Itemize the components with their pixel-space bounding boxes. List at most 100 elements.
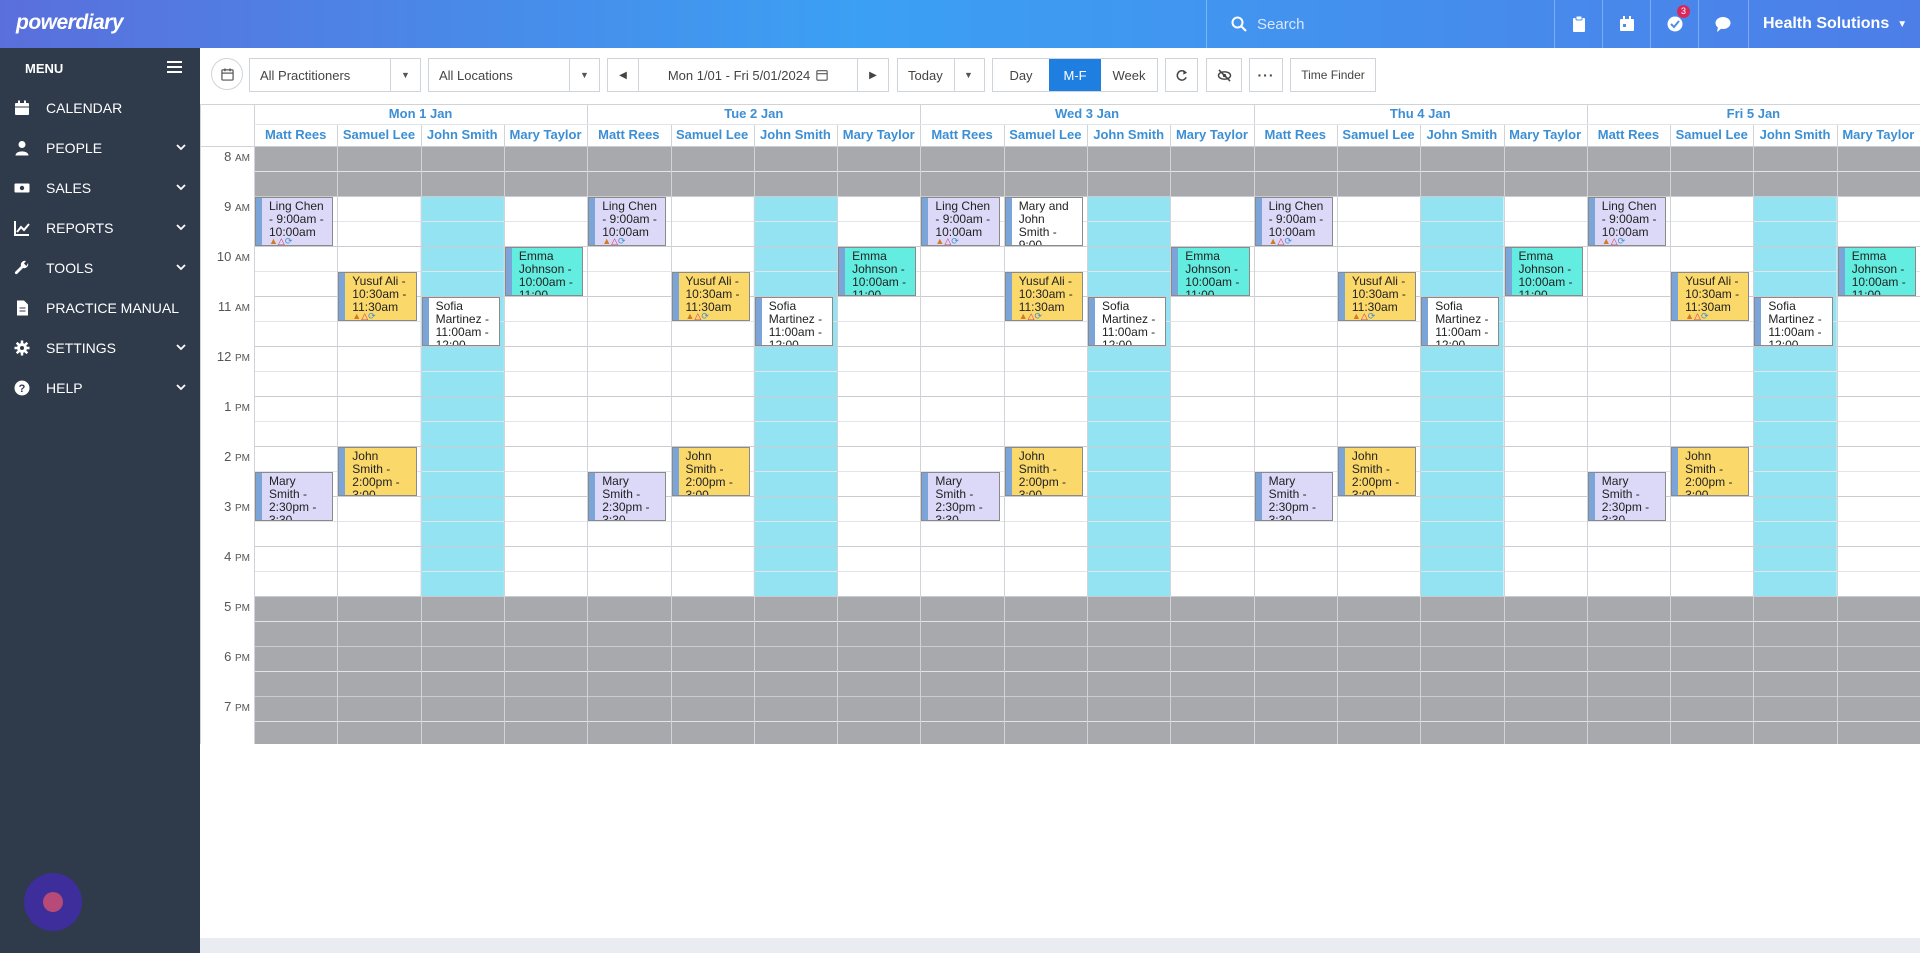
appointment-card[interactable]: Sofia Martinez -11:00am -12:00 xyxy=(1421,297,1500,346)
appointment-card[interactable]: Yusuf Ali -10:30am -11:30am ▲△⟳ xyxy=(1004,272,1083,321)
practitioner-header[interactable]: Mary Taylor xyxy=(837,124,920,145)
sidebar-item-practice-manual[interactable]: PRACTICE MANUAL xyxy=(0,288,200,328)
appointment-card[interactable]: Ling Chen - 9:00am -10:00am ▲△⟳ xyxy=(588,197,667,246)
chat-widget-button[interactable] xyxy=(24,873,82,931)
account-menu[interactable]: Health Solutions ▼ xyxy=(1748,0,1920,48)
practitioner-header[interactable]: Matt Rees xyxy=(254,124,337,145)
refresh-button[interactable] xyxy=(1165,58,1198,92)
practitioner-header[interactable]: Mary Taylor xyxy=(504,124,587,145)
chevron-down-icon[interactable] xyxy=(176,342,186,352)
practitioner-header[interactable]: Mary Taylor xyxy=(1170,124,1253,145)
date-range-picker[interactable]: Mon 1/01 - Fri 5/01/2024 xyxy=(638,58,858,92)
appointment-card[interactable]: John Smith -2:00pm -3:00 xyxy=(1337,447,1417,496)
time-hour: 7 xyxy=(224,699,232,714)
time-finder-button[interactable]: Time Finder xyxy=(1290,58,1376,92)
appointment-card[interactable]: John Smith -2:00pm -3:00 xyxy=(671,447,750,496)
appointment-card[interactable]: Sofia Martinez -11:00am -12:00 xyxy=(1088,297,1167,346)
practitioner-header[interactable]: John Smith xyxy=(1420,124,1503,145)
practitioner-header[interactable]: Matt Rees xyxy=(1254,124,1337,145)
appointment-card[interactable]: Mary Smith -2:30pm -3:30 xyxy=(255,472,334,521)
appointment-card[interactable]: Emma Johnson -10:00am -11:00 xyxy=(1504,247,1583,296)
appointment-card[interactable]: Emma Johnson -10:00am -11:00 xyxy=(838,247,917,296)
practitioner-header[interactable]: John Smith xyxy=(754,124,837,145)
sidebar-item-reports[interactable]: REPORTS xyxy=(0,208,200,248)
appointment-card[interactable]: John Smith -2:00pm -3:00 xyxy=(1004,447,1083,496)
appointment-card[interactable]: Ling Chen - 9:00am -10:00am ▲△⟳ xyxy=(921,197,1000,246)
mini-calendar-button[interactable] xyxy=(211,58,243,90)
sidebar-item-tools[interactable]: TOOLS xyxy=(0,248,200,288)
today-button[interactable]: Today ▼ xyxy=(897,58,985,92)
appointment-card[interactable]: Yusuf Ali -10:30am -11:30am ▲△⟳ xyxy=(1337,272,1417,321)
appointment-card[interactable]: Ling Chen - 9:00am -10:00am ▲△⟳ xyxy=(1254,197,1333,246)
practitioner-header[interactable]: John Smith xyxy=(1087,124,1170,145)
locations-select[interactable]: All Locations ▼ xyxy=(428,58,600,92)
appointment-card[interactable]: Ling Chen - 9:00am -10:00am ▲△⟳ xyxy=(1587,197,1667,246)
appointment-card[interactable]: John Smith -2:00pm -3:00 xyxy=(338,447,417,496)
appointment-card[interactable]: Ling Chen - 9:00am -10:00am ▲△⟳ xyxy=(255,197,334,246)
sidebar-item-help[interactable]: ? HELP xyxy=(0,368,200,408)
tasks-button[interactable]: 3 xyxy=(1650,0,1698,48)
practitioners-select[interactable]: All Practitioners ▼ xyxy=(249,58,421,92)
calendar-shortcut-button[interactable] xyxy=(1602,0,1650,48)
time-label: 10 AM xyxy=(200,249,250,264)
practitioner-header[interactable]: John Smith xyxy=(421,124,504,145)
practitioner-header[interactable]: Mary Taylor xyxy=(1837,124,1920,145)
appointment-text: 12:00 xyxy=(768,338,799,346)
day-header[interactable]: Thu 4 Jan xyxy=(1254,104,1587,124)
appointment-card[interactable]: John Smith -2:00pm -3:00 xyxy=(1671,447,1750,496)
chevron-down-icon[interactable] xyxy=(176,382,186,392)
time-ampm: PM xyxy=(235,503,250,514)
appointment-card[interactable]: Sofia Martinez -11:00am -12:00 xyxy=(1754,297,1833,346)
sidebar-item-people[interactable]: PEOPLE xyxy=(0,128,200,168)
notification-badge: 3 xyxy=(1677,5,1690,18)
practitioner-header[interactable]: Mary Taylor xyxy=(1504,124,1587,145)
day-header[interactable]: Wed 3 Jan xyxy=(920,104,1253,124)
view-mf-button[interactable]: M-F xyxy=(1049,59,1101,91)
chevron-down-icon[interactable] xyxy=(176,142,186,152)
search-box[interactable]: Search xyxy=(1206,0,1555,48)
practitioner-header[interactable]: Matt Rees xyxy=(1587,124,1670,145)
hide-button[interactable] xyxy=(1206,58,1242,92)
bottom-scrollbar[interactable] xyxy=(200,938,1920,953)
practitioner-header[interactable]: Samuel Lee xyxy=(1337,124,1420,145)
clipboard-button[interactable] xyxy=(1554,0,1602,48)
practitioner-header[interactable]: Samuel Lee xyxy=(1004,124,1087,145)
previous-week-button[interactable]: ◀ xyxy=(607,58,639,92)
day-header[interactable]: Tue 2 Jan xyxy=(587,104,920,124)
appointment-card[interactable]: Yusuf Ali -10:30am -11:30am ▲△⟳ xyxy=(1671,272,1750,321)
sidebar-item-sales[interactable]: SALES xyxy=(0,168,200,208)
practitioner-header[interactable]: Samuel Lee xyxy=(671,124,754,145)
practitioner-header[interactable]: John Smith xyxy=(1753,124,1836,145)
appointment-card[interactable]: Mary Smith -2:30pm -3:30 xyxy=(588,472,667,521)
appointment-card[interactable]: Mary Smith -2:30pm -3:30 xyxy=(1587,472,1667,521)
day-header[interactable]: Mon 1 Jan xyxy=(254,104,587,124)
practitioner-header[interactable]: Matt Rees xyxy=(587,124,670,145)
powerdiary-logo[interactable]: powerdiary xyxy=(16,11,124,35)
chevron-down-icon[interactable] xyxy=(176,262,186,272)
appointment-card[interactable]: Mary and John Smith -9:00 xyxy=(1004,197,1083,246)
appointment-card[interactable]: Yusuf Ali -10:30am -11:30am ▲△⟳ xyxy=(671,272,750,321)
chevron-down-icon[interactable] xyxy=(176,182,186,192)
messages-button[interactable] xyxy=(1698,0,1746,48)
appointment-card[interactable]: Sofia Martinez -11:00am -12:00 xyxy=(421,297,500,346)
appointment-card[interactable]: Yusuf Ali -10:30am -11:30am ▲△⟳ xyxy=(338,272,417,321)
chevron-down-icon[interactable] xyxy=(176,222,186,232)
day-header[interactable]: Fri 5 Jan xyxy=(1587,104,1920,124)
hamburger-icon[interactable] xyxy=(167,61,182,76)
view-day-button[interactable]: Day xyxy=(993,59,1049,91)
appointment-card[interactable]: Emma Johnson -10:00am -11:00 xyxy=(1171,247,1250,296)
more-options-button[interactable]: ··· xyxy=(1249,58,1283,92)
view-week-button[interactable]: Week xyxy=(1101,59,1157,91)
practitioner-header[interactable]: Matt Rees xyxy=(920,124,1003,145)
appointment-card[interactable]: Sofia Martinez -11:00am -12:00 xyxy=(754,297,834,346)
sidebar-item-settings[interactable]: SETTINGS xyxy=(0,328,200,368)
appointment-card[interactable]: Mary Smith -2:30pm -3:30 xyxy=(921,472,1000,521)
appointment-card[interactable]: Emma Johnson -10:00am -11:00 xyxy=(504,247,584,296)
practitioner-header[interactable]: Samuel Lee xyxy=(337,124,420,145)
sidebar-item-calendar[interactable]: CALENDAR xyxy=(0,88,200,128)
practitioner-header[interactable]: Samuel Lee xyxy=(1670,124,1753,145)
appointment-card[interactable]: Emma Johnson -10:00am -11:00 xyxy=(1837,247,1916,296)
appointment-card[interactable]: Mary Smith -2:30pm -3:30 xyxy=(1254,472,1333,521)
caret-down-icon[interactable]: ▼ xyxy=(964,70,973,80)
next-week-button[interactable]: ▶ xyxy=(857,58,889,92)
